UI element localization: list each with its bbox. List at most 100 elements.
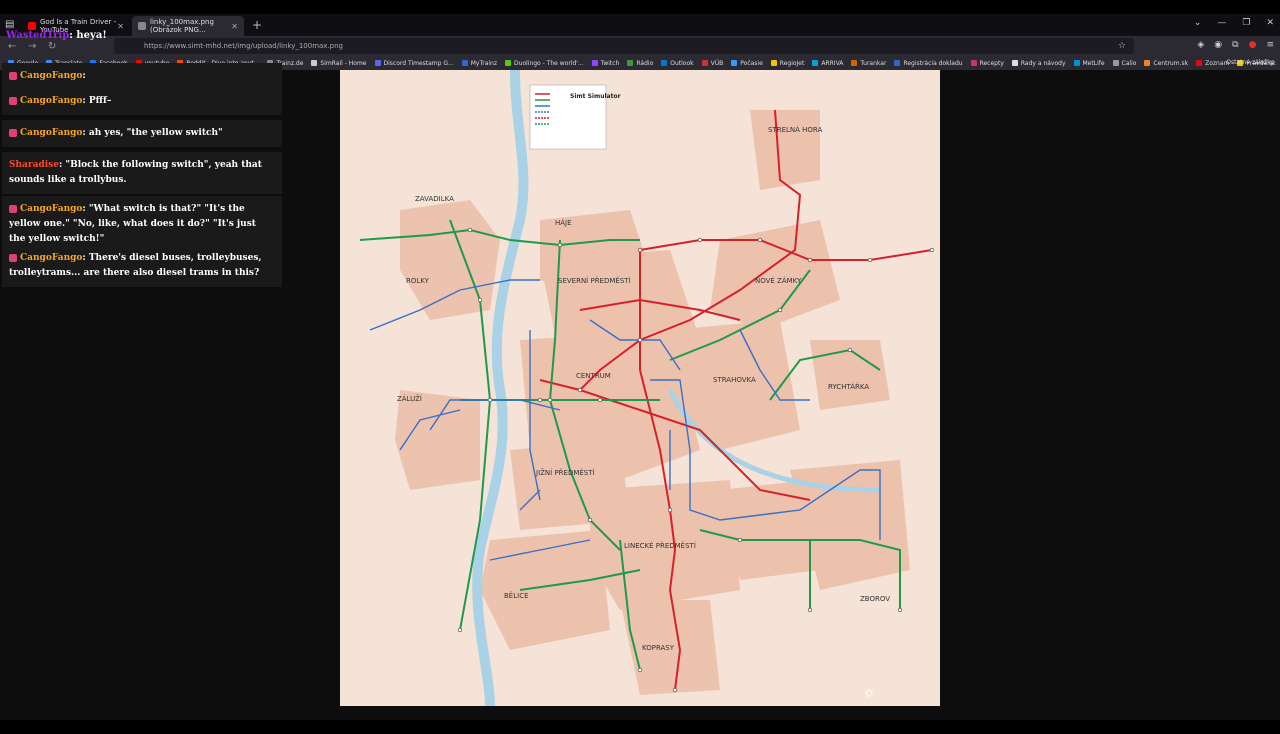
bookmark-label: Recepty (979, 59, 1004, 67)
bookmark-star-icon[interactable]: ☆ (1118, 41, 1126, 51)
chat-username: WastedTrip (6, 30, 70, 41)
bookmark-item[interactable]: Recepty (970, 59, 1004, 67)
station-marker (867, 257, 873, 263)
chat-text: : (82, 71, 86, 81)
district-label: ZBOROV (860, 595, 890, 603)
district-area (750, 110, 820, 190)
bookmark-label: MyTrainz (470, 59, 498, 67)
minimize-icon[interactable]: — (1217, 18, 1226, 28)
bookmark-item[interactable]: Outlook (661, 60, 694, 67)
district-label: HÁJE (555, 218, 572, 227)
bookmark-favicon-icon (461, 60, 468, 66)
chat-message: CangoFango: ah yes, "the yellow switch" (2, 120, 282, 147)
subscriber-badge-icon (9, 96, 17, 105)
bookmark-favicon-icon (1011, 60, 1018, 66)
district-label: ZAVADILKA (415, 195, 454, 203)
bookmark-item[interactable]: Registrácia dokladu (894, 59, 963, 67)
legend-title: Simt Simulator (570, 93, 621, 100)
extensions-icon[interactable]: ⧉ (1232, 40, 1238, 50)
pocket-icon[interactable]: ◈ (1197, 40, 1204, 50)
district-area (395, 390, 480, 490)
station-marker (457, 627, 463, 633)
bookmark-item[interactable]: Zoznam (1196, 60, 1229, 67)
bookmark-label: Rady a návody (1020, 59, 1066, 67)
station-marker (807, 257, 813, 263)
tab-list-icon[interactable]: ⌄ (1194, 18, 1202, 28)
chat-username: CangoFango (20, 96, 83, 106)
district-label: RYCHTÁŘKA (828, 382, 869, 391)
bookmark-item[interactable]: ARRIVA (812, 60, 843, 67)
bookmark-favicon-icon (311, 60, 318, 66)
window-controls: ⌄ — ❐ ✕ (1194, 18, 1274, 28)
chat-message: CangoFango: There's diesel buses, trolle… (2, 245, 282, 287)
station-marker (467, 227, 473, 233)
bookmark-label: Rádio (636, 59, 654, 67)
district-label: CENTRUM (576, 372, 611, 380)
bookmark-label: ARRIVA (821, 59, 844, 67)
bookmark-favicon-icon (731, 60, 738, 66)
bookmark-item[interactable]: Twitch (591, 60, 619, 67)
subscriber-badge-icon (9, 71, 17, 80)
bookmark-item[interactable]: Discord Timestamp G... (374, 59, 454, 67)
maximize-icon[interactable]: ❐ (1242, 18, 1250, 28)
bookmark-item[interactable]: Duolingo - The world'... (505, 60, 584, 67)
bookmark-favicon-icon (505, 60, 512, 66)
district-label: LINECKÉ PŘEDMĚSTÍ (624, 541, 696, 550)
station-marker (587, 517, 593, 523)
bookmark-label: Discord Timestamp G... (383, 59, 454, 67)
bookmark-item[interactable]: Rady a návody (1011, 59, 1066, 67)
district-area (480, 530, 610, 650)
subscriber-badge-icon (9, 253, 17, 262)
bookmark-item[interactable]: Centrum.sk (1144, 60, 1188, 67)
bookmark-favicon-icon (851, 60, 858, 66)
district-label: STRELNÁ HORA (768, 125, 823, 134)
station-marker (737, 537, 743, 543)
district-label: ROLKY (406, 277, 430, 285)
chat-message: CangoFango: Pfff– (2, 88, 282, 115)
other-bookmarks[interactable]: Ostatné záložky (1226, 59, 1274, 66)
chat-text: : Pfff– (82, 96, 112, 106)
station-marker (777, 307, 783, 313)
bookmark-favicon-icon (1112, 60, 1119, 66)
bookmark-item[interactable]: MetLife (1073, 59, 1105, 67)
station-marker (637, 337, 643, 343)
bookmark-label: SimRail - Home (320, 59, 367, 67)
bookmark-item[interactable]: Calio (1112, 60, 1136, 67)
bookmark-item[interactable]: SimRail - Home (311, 59, 367, 67)
bookmark-item[interactable]: VÚB (701, 59, 724, 67)
station-marker (637, 247, 643, 253)
chat-overlay: WastedTrip: heya! CangoFango: CangoFango:… (0, 14, 285, 734)
bookmark-item[interactable]: RegioJet (770, 59, 805, 67)
district-label: ZÁLUŽÍ (397, 394, 422, 403)
station-marker (577, 387, 583, 393)
station-marker (477, 297, 483, 303)
chat-message: Sharadise: "Block the following switch",… (2, 152, 282, 194)
ublock-icon[interactable]: ● (1249, 40, 1257, 50)
bookmark-favicon-icon (1144, 60, 1151, 66)
district-label: SEVERNÍ PŘEDMĚSTÍ (558, 276, 631, 285)
station-marker (637, 667, 643, 673)
station-marker (537, 397, 543, 403)
station-marker (672, 687, 678, 693)
bookmark-item[interactable]: Rádio (627, 60, 653, 67)
station-marker (697, 237, 703, 243)
chat-message-top: WastedTrip: heya! (6, 30, 107, 41)
close-window-icon[interactable]: ✕ (1266, 18, 1274, 28)
bookmark-label: MetLife (1082, 59, 1105, 67)
bookmark-favicon-icon (894, 60, 901, 66)
bookmark-item[interactable]: Turankar (851, 60, 886, 67)
account-icon[interactable]: ◉ (1214, 40, 1222, 50)
chat-username: CangoFango (20, 71, 83, 81)
chat-username: CangoFango (20, 204, 83, 214)
bookmark-label: VÚB (710, 59, 724, 67)
district-label: NOVÉ ZÁMKY (755, 276, 802, 285)
bookmark-label: Registrácia dokladu (903, 59, 963, 67)
menu-icon[interactable]: ≡ (1266, 40, 1274, 50)
bookmark-favicon-icon (970, 60, 977, 66)
bookmark-item[interactable]: Počasie (731, 60, 763, 67)
bookmark-label: Počasie (740, 59, 763, 67)
bookmark-label: RegioJet (779, 59, 805, 67)
bookmark-favicon-icon (701, 60, 708, 66)
bookmark-item[interactable]: MyTrainz (461, 59, 498, 67)
district-label: JIŽNÍ PŘEDMĚSTÍ (535, 468, 595, 477)
